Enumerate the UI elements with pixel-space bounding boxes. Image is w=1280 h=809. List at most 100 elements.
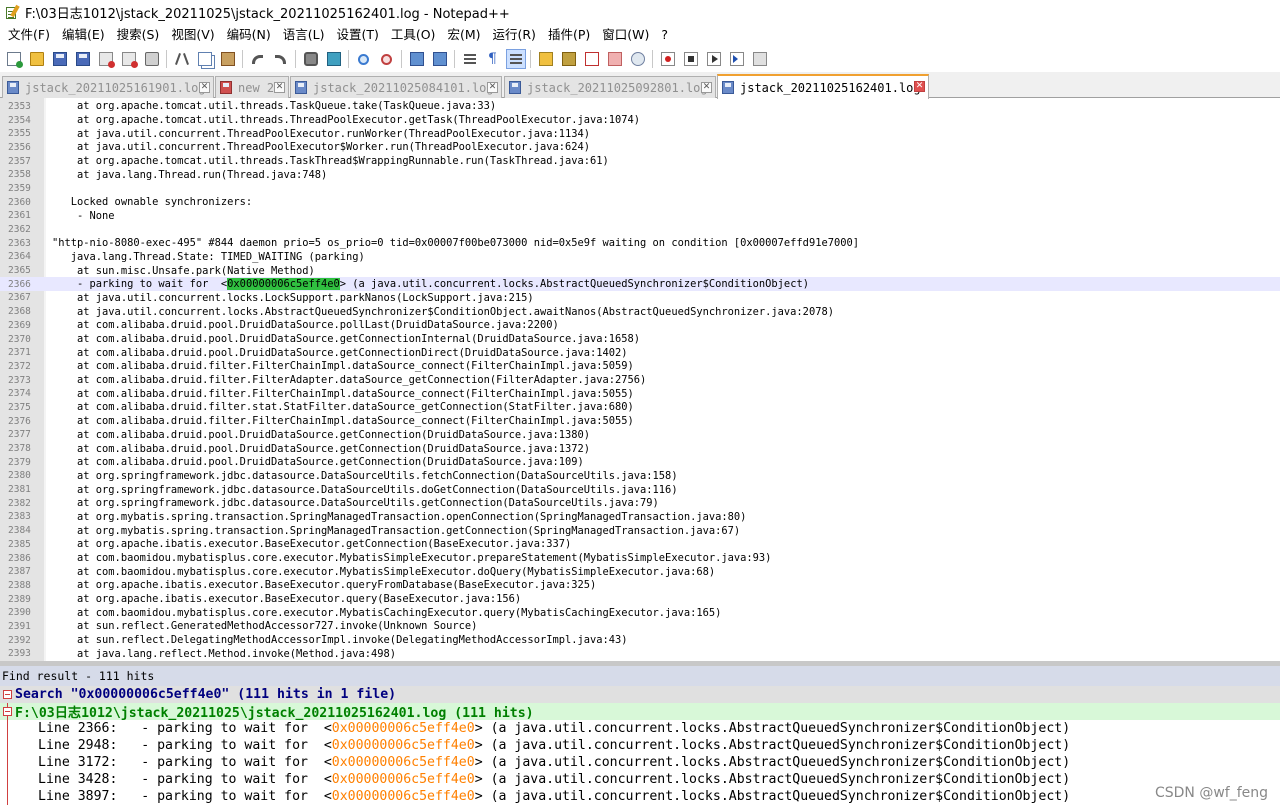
find-hit-line[interactable]: Line 3172: - parking to wait for <0x0000…	[0, 754, 1280, 771]
editor-line[interactable]: 2359	[0, 182, 1280, 196]
editor-line[interactable]: 2389 at org.apache.ibatis.executor.BaseE…	[0, 592, 1280, 606]
menu-edit[interactable]: 编辑(E)	[56, 24, 111, 46]
menu-language[interactable]: 语言(L)	[277, 24, 331, 46]
paste-button[interactable]	[218, 49, 238, 69]
menu-settings[interactable]: 设置(T)	[330, 24, 384, 46]
tab-close-icon[interactable]: ✕	[199, 82, 210, 93]
editor[interactable]: 2353 at org.apache.tomcat.util.threads.T…	[0, 98, 1280, 661]
stop-macro-button[interactable]	[681, 49, 701, 69]
redo-button[interactable]	[271, 49, 291, 69]
editor-line[interactable]: 2385 at org.apache.ibatis.executor.BaseE…	[0, 538, 1280, 552]
tab-close-icon[interactable]: ✕	[701, 82, 712, 93]
new-file-button[interactable]	[4, 49, 24, 69]
run-macro-multiple-button[interactable]	[727, 49, 747, 69]
record-macro-button[interactable]	[658, 49, 678, 69]
monitoring-button[interactable]	[628, 49, 648, 69]
editor-line[interactable]: 2391 at sun.reflect.GeneratedMethodAcces…	[0, 620, 1280, 634]
close-button[interactable]	[96, 49, 116, 69]
save-button[interactable]	[50, 49, 70, 69]
editor-line[interactable]: 2393 at java.lang.reflect.Method.invoke(…	[0, 647, 1280, 661]
editor-line[interactable]: 2381 at org.springframework.jdbc.datasou…	[0, 483, 1280, 497]
find-search-line[interactable]: Search "0x00000006c5eff4e0" (111 hits in…	[0, 686, 1280, 703]
tab-jstack-162401[interactable]: jstack_20211025162401.log ✕	[717, 74, 929, 99]
menu-macro[interactable]: 宏(M)	[441, 24, 486, 46]
menu-view[interactable]: 视图(V)	[165, 24, 220, 46]
sync-vertical-button[interactable]	[407, 49, 427, 69]
editor-line[interactable]: 2353 at org.apache.tomcat.util.threads.T…	[0, 100, 1280, 114]
replace-button[interactable]	[324, 49, 344, 69]
editor-line[interactable]: 2375 at com.alibaba.druid.filter.stat.St…	[0, 401, 1280, 415]
tab-close-icon[interactable]: ✕	[914, 81, 925, 92]
editor-line[interactable]: 2370 at com.alibaba.druid.pool.DruidData…	[0, 332, 1280, 346]
tab-new-2[interactable]: new 2 ✕	[215, 76, 289, 98]
save-all-button[interactable]	[73, 49, 93, 69]
editor-line[interactable]: 2364 java.lang.Thread.State: TIMED_WAITI…	[0, 250, 1280, 264]
editor-line[interactable]: 2369 at com.alibaba.druid.pool.DruidData…	[0, 319, 1280, 333]
find-file-line[interactable]: F:\03日志1012\jstack_20211025\jstack_20211…	[0, 703, 1280, 721]
editor-line[interactable]: 2388 at org.apache.ibatis.executor.BaseE…	[0, 579, 1280, 593]
find-hit-line[interactable]: Line 2366: - parking to wait for <0x0000…	[0, 720, 1280, 737]
copy-button[interactable]	[195, 49, 215, 69]
menu-window[interactable]: 窗口(W)	[596, 24, 655, 46]
editor-line[interactable]: 2355 at java.util.concurrent.ThreadPoolE…	[0, 127, 1280, 141]
tab-jstack-092801[interactable]: jstack_20211025092801.log ✕	[504, 76, 716, 98]
menu-plugins[interactable]: 插件(P)	[542, 24, 596, 46]
menu-run[interactable]: 运行(R)	[486, 24, 541, 46]
editor-line[interactable]: 2382 at org.springframework.jdbc.datasou…	[0, 496, 1280, 510]
editor-line[interactable]: 2380 at org.springframework.jdbc.datasou…	[0, 469, 1280, 483]
menu-file[interactable]: 文件(F)	[2, 24, 56, 46]
editor-line[interactable]: 2354 at org.apache.tomcat.util.threads.T…	[0, 113, 1280, 127]
save-macro-button[interactable]	[750, 49, 770, 69]
editor-line[interactable]: 2373 at com.alibaba.druid.filter.FilterA…	[0, 373, 1280, 387]
tab-close-icon[interactable]: ✕	[487, 82, 498, 93]
menu-search[interactable]: 搜索(S)	[111, 24, 166, 46]
editor-line[interactable]: 2362	[0, 223, 1280, 237]
editor-line[interactable]: 2384 at org.mybatis.spring.transaction.S…	[0, 524, 1280, 538]
zoom-out-button[interactable]	[377, 49, 397, 69]
open-file-button[interactable]	[27, 49, 47, 69]
editor-line[interactable]: 2377 at com.alibaba.druid.pool.DruidData…	[0, 428, 1280, 442]
find-results-panel[interactable]: Search "0x00000006c5eff4e0" (111 hits in…	[0, 686, 1280, 809]
editor-line[interactable]: 2371 at com.alibaba.druid.pool.DruidData…	[0, 346, 1280, 360]
editor-line[interactable]: 2387 at com.baomidou.mybatisplus.core.ex…	[0, 565, 1280, 579]
print-button[interactable]	[142, 49, 162, 69]
menu-tools[interactable]: 工具(O)	[385, 24, 442, 46]
editor-line[interactable]: 2386 at com.baomidou.mybatisplus.core.ex…	[0, 551, 1280, 565]
collapse-icon[interactable]	[3, 707, 12, 716]
editor-line[interactable]: 2378 at com.alibaba.druid.pool.DruidData…	[0, 442, 1280, 456]
tab-jstack-084101[interactable]: jstack_20211025084101.log ✕	[290, 76, 502, 98]
sync-horizontal-button[interactable]	[430, 49, 450, 69]
editor-line[interactable]: 2372 at com.alibaba.druid.filter.FilterC…	[0, 360, 1280, 374]
editor-line[interactable]: 2360 Locked ownable synchronizers:	[0, 195, 1280, 209]
tab-jstack-161901[interactable]: jstack_20211025161901.log ✕	[2, 76, 214, 98]
editor-line[interactable]: 2358 at java.lang.Thread.run(Thread.java…	[0, 168, 1280, 182]
play-macro-button[interactable]	[704, 49, 724, 69]
collapse-icon[interactable]	[3, 690, 12, 699]
editor-line[interactable]: 2379 at com.alibaba.druid.pool.DruidData…	[0, 455, 1280, 469]
doc-map-button[interactable]	[559, 49, 579, 69]
editor-line[interactable]: 2367 at java.util.concurrent.locks.LockS…	[0, 291, 1280, 305]
user-lang-button[interactable]	[536, 49, 556, 69]
menu-encoding[interactable]: 编码(N)	[221, 24, 277, 46]
close-all-button[interactable]	[119, 49, 139, 69]
find-hit-line[interactable]: Line 3897: - parking to wait for <0x0000…	[0, 788, 1280, 805]
menu-help[interactable]: ?	[655, 24, 674, 46]
folder-as-workspace-button[interactable]	[605, 49, 625, 69]
editor-line[interactable]: 2363 "http-nio-8080-exec-495" #844 daemon…	[0, 236, 1280, 250]
editor-line[interactable]: 2392 at sun.reflect.DelegatingMethodAcce…	[0, 633, 1280, 647]
editor-line[interactable]: 2365 at sun.misc.Unsafe.park(Native Meth…	[0, 264, 1280, 278]
editor-line[interactable]: 2390 at com.baomidou.mybatisplus.core.ex…	[0, 606, 1280, 620]
editor-line[interactable]: 2361 - None	[0, 209, 1280, 223]
editor-line[interactable]: 2368 at java.util.concurrent.locks.Abstr…	[0, 305, 1280, 319]
find-hit-line[interactable]: Line 3428: - parking to wait for <0x0000…	[0, 771, 1280, 788]
editor-line[interactable]: 2376 at com.alibaba.druid.filter.FilterC…	[0, 414, 1280, 428]
show-all-chars-button[interactable]: ¶	[483, 49, 503, 69]
editor-line[interactable]: 2374 at com.alibaba.druid.filter.FilterC…	[0, 387, 1280, 401]
zoom-in-button[interactable]	[354, 49, 374, 69]
find-hit-line[interactable]: Line 2948: - parking to wait for <0x0000…	[0, 737, 1280, 754]
editor-line[interactable]: 2357 at org.apache.tomcat.util.threads.T…	[0, 154, 1280, 168]
indent-guide-button[interactable]	[505, 49, 526, 69]
function-list-button[interactable]	[582, 49, 602, 69]
cut-button[interactable]	[172, 49, 192, 69]
word-wrap-button[interactable]	[460, 49, 480, 69]
